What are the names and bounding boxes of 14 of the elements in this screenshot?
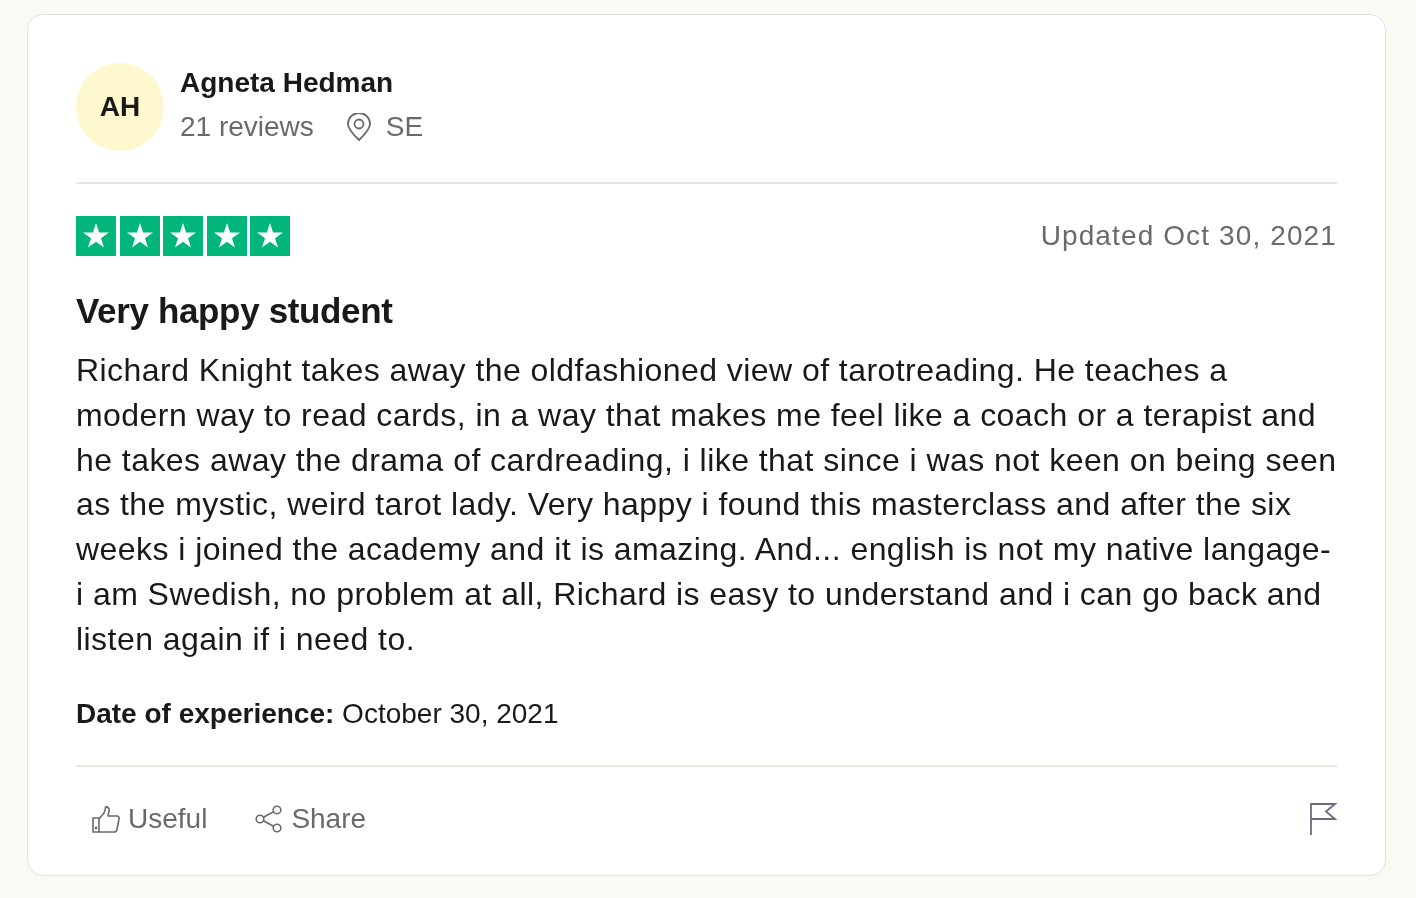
thumbs-up-icon	[92, 804, 120, 833]
share-button[interactable]: Share	[239, 794, 383, 843]
flag-icon	[1309, 802, 1337, 835]
reviewer-name[interactable]: Agneta Hedman	[180, 65, 424, 101]
map-pin-icon	[345, 113, 372, 141]
useful-button[interactable]: Useful	[76, 794, 224, 843]
review-count: 21 reviews	[180, 110, 314, 144]
avatar-initials: AH	[76, 63, 164, 151]
share-icon	[255, 804, 284, 833]
date-of-experience: Date of experience: October 30, 2021	[76, 696, 560, 731]
review-text: Richard Knight takes away the oldfashioned view of tarotreading. He teaches a modern way to read cards, in a way that makes me feel like a coach or a terapist and he takes away the drama of cardreading, i like that since i was not keen on being seen as the mystic, weird tarot lady. Very happy i found this masterclass and after the six weeks i joined the academy and it is amazing. And... english is not my native langage- i am Swedish, no problem at all, Richard is easy to understand and i can go back and listen again if i need to.	[76, 351, 1337, 659]
review-title: Very happy student	[76, 290, 394, 332]
updated-date: Updated Oct 30, 2021	[1040, 219, 1337, 253]
country-code: SE	[385, 110, 424, 144]
